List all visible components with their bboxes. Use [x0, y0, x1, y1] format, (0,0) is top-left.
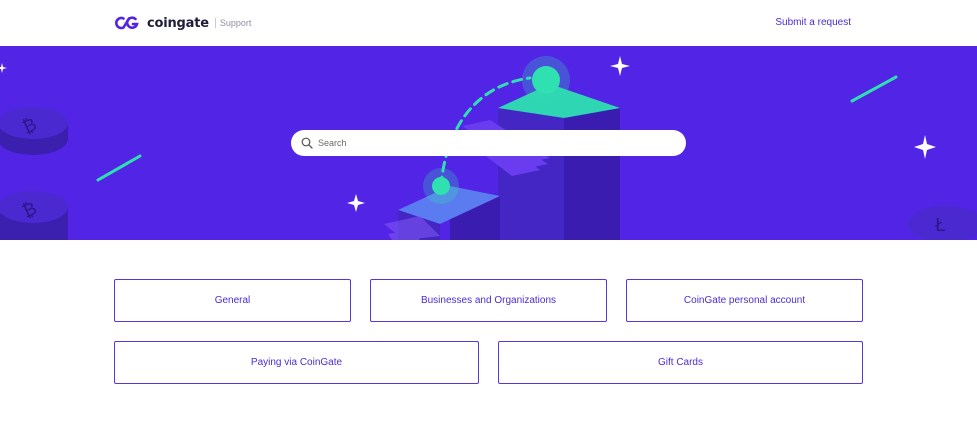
bitcoin-coin-icon: ₿ — [0, 191, 68, 240]
category-grid: General Businesses and Organizations Coi… — [114, 279, 864, 403]
coin-icon: Ł — [908, 206, 977, 240]
category-general[interactable]: General — [114, 279, 351, 322]
category-row: Paying via CoinGate Gift Cards — [114, 341, 864, 384]
svg-text:Ł: Ł — [934, 215, 946, 236]
category-paying[interactable]: Paying via CoinGate — [114, 341, 479, 384]
submit-request-link[interactable]: Submit a request — [775, 17, 851, 28]
section-label: Support — [214, 18, 251, 28]
hero-banner: ₿ ₿ Ł — [0, 46, 977, 240]
category-personal-account[interactable]: CoinGate personal account — [626, 279, 863, 322]
brand-name: coingate — [147, 15, 209, 31]
category-gift-cards[interactable]: Gift Cards — [498, 341, 863, 384]
site-header: coingate Support Submit a request — [0, 0, 977, 46]
home-logo-link[interactable]: coingate Support — [114, 14, 251, 32]
coingate-logo-icon — [115, 16, 139, 30]
bitcoin-coin-icon: ₿ — [0, 107, 68, 155]
search-icon — [301, 137, 313, 149]
category-businesses[interactable]: Businesses and Organizations — [370, 279, 607, 322]
search-input[interactable] — [318, 133, 678, 153]
category-row: General Businesses and Organizations Coi… — [114, 279, 864, 322]
search-box[interactable] — [291, 130, 686, 156]
